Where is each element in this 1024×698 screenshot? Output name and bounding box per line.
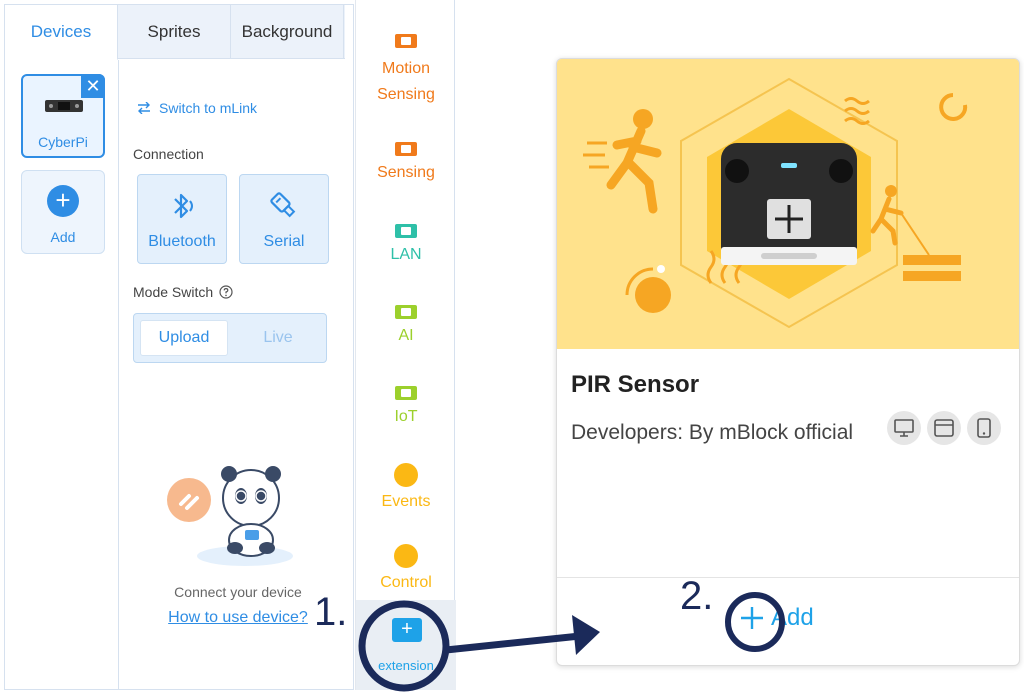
block-icon [395,34,417,48]
remove-device-button[interactable]: ✕ [81,74,105,98]
tab-devices[interactable]: Devices [5,5,118,60]
category-label: AI [398,327,414,344]
mobile-icon [967,411,1001,445]
category-control[interactable]: Control [356,544,456,592]
switch-to-mlink-label: Switch to mLink [159,100,258,116]
help-icon[interactable] [219,285,233,299]
step-2-number: 2. [680,574,714,618]
category-label: Control [380,574,432,591]
category-label: Sensing [377,164,435,181]
dot-icon [394,544,418,568]
add-device-label: Add [50,229,76,245]
panda-illustration [167,466,293,566]
category-motion-sensing[interactable]: Motion Sensing [356,34,456,108]
bluetooth-icon [174,193,193,219]
how-to-use-device-link[interactable]: How to use device? [133,609,343,627]
device-card-cyberpi[interactable]: ✕ CyberPi [21,74,105,158]
extension-card-pir-sensor: PIR Sensor Developers: By mBlock officia… [556,58,1020,666]
category-lan[interactable]: LAN [356,224,456,264]
mode-switch-label: Mode Switch [133,284,214,300]
category-label: LAN [390,246,422,263]
block-icon [395,142,417,156]
mblock-window: Devices Sprites Background ✕ CyberPi + A… [0,0,1024,698]
connection-heading: Connection [133,146,204,162]
switch-arrows-icon [138,102,150,114]
mode-switch-heading: Mode Switch [133,284,233,300]
add-device-button[interactable]: + Add [21,170,105,254]
extension-plus-icon: + [392,618,422,642]
extension-card-footer: Add [557,577,1019,665]
extension-title: PIR Sensor [571,371,700,398]
category-iot[interactable]: IoT [356,386,456,426]
switch-to-mlink-link[interactable]: Switch to mLink [137,100,257,116]
live-mode-button[interactable]: Live [234,320,322,356]
add-extension-button[interactable]: Add [739,604,814,632]
block-icon [395,386,417,400]
bluetooth-button[interactable]: Bluetooth [137,174,227,264]
cyberpi-board-icon [45,100,83,112]
block-category-list: Motion Sensing Sensing LAN AI IoT Events… [355,0,456,690]
upload-mode-button[interactable]: Upload [140,320,228,356]
panel-tabs: Devices Sprites Background [5,5,345,60]
device-panel: Devices Sprites Background ✕ CyberPi + A… [4,4,354,690]
step-1-number: 1. [314,590,348,634]
serial-label: Serial [263,233,305,250]
category-label: Events [381,493,431,510]
category-ai[interactable]: AI [356,305,456,345]
connection-settings: Switch to mLink Connection Bluetooth Ser… [133,60,343,690]
plus-icon [741,607,763,629]
block-icon [395,305,417,319]
block-icon [395,224,417,238]
pir-sensor-illustration [557,59,1019,349]
usb-cable-icon [270,192,296,218]
device-name: CyberPi [38,134,88,150]
bluetooth-label: Bluetooth [148,233,216,250]
extension-label: extension [378,658,434,673]
category-events[interactable]: Events [356,463,456,511]
platform-badges [887,411,1001,445]
tab-sprites[interactable]: Sprites [118,5,231,59]
browser-icon [927,411,961,445]
desktop-icon [887,411,921,445]
serial-button[interactable]: Serial [239,174,329,264]
category-sensing[interactable]: Sensing [356,142,456,182]
extension-button[interactable]: + extension [356,600,456,690]
connect-device-hint: Connect your device [174,584,302,600]
plus-icon: + [47,185,79,217]
dot-icon [394,463,418,487]
extension-developers: Developers: By mBlock official [571,421,854,444]
mode-switch-toggle: Upload Live [133,313,327,363]
category-label: IoT [394,408,418,425]
add-extension-label: Add [771,604,814,631]
device-list: ✕ CyberPi + Add [5,60,119,690]
tab-background[interactable]: Background [231,5,344,59]
category-label: Motion Sensing [377,60,435,103]
